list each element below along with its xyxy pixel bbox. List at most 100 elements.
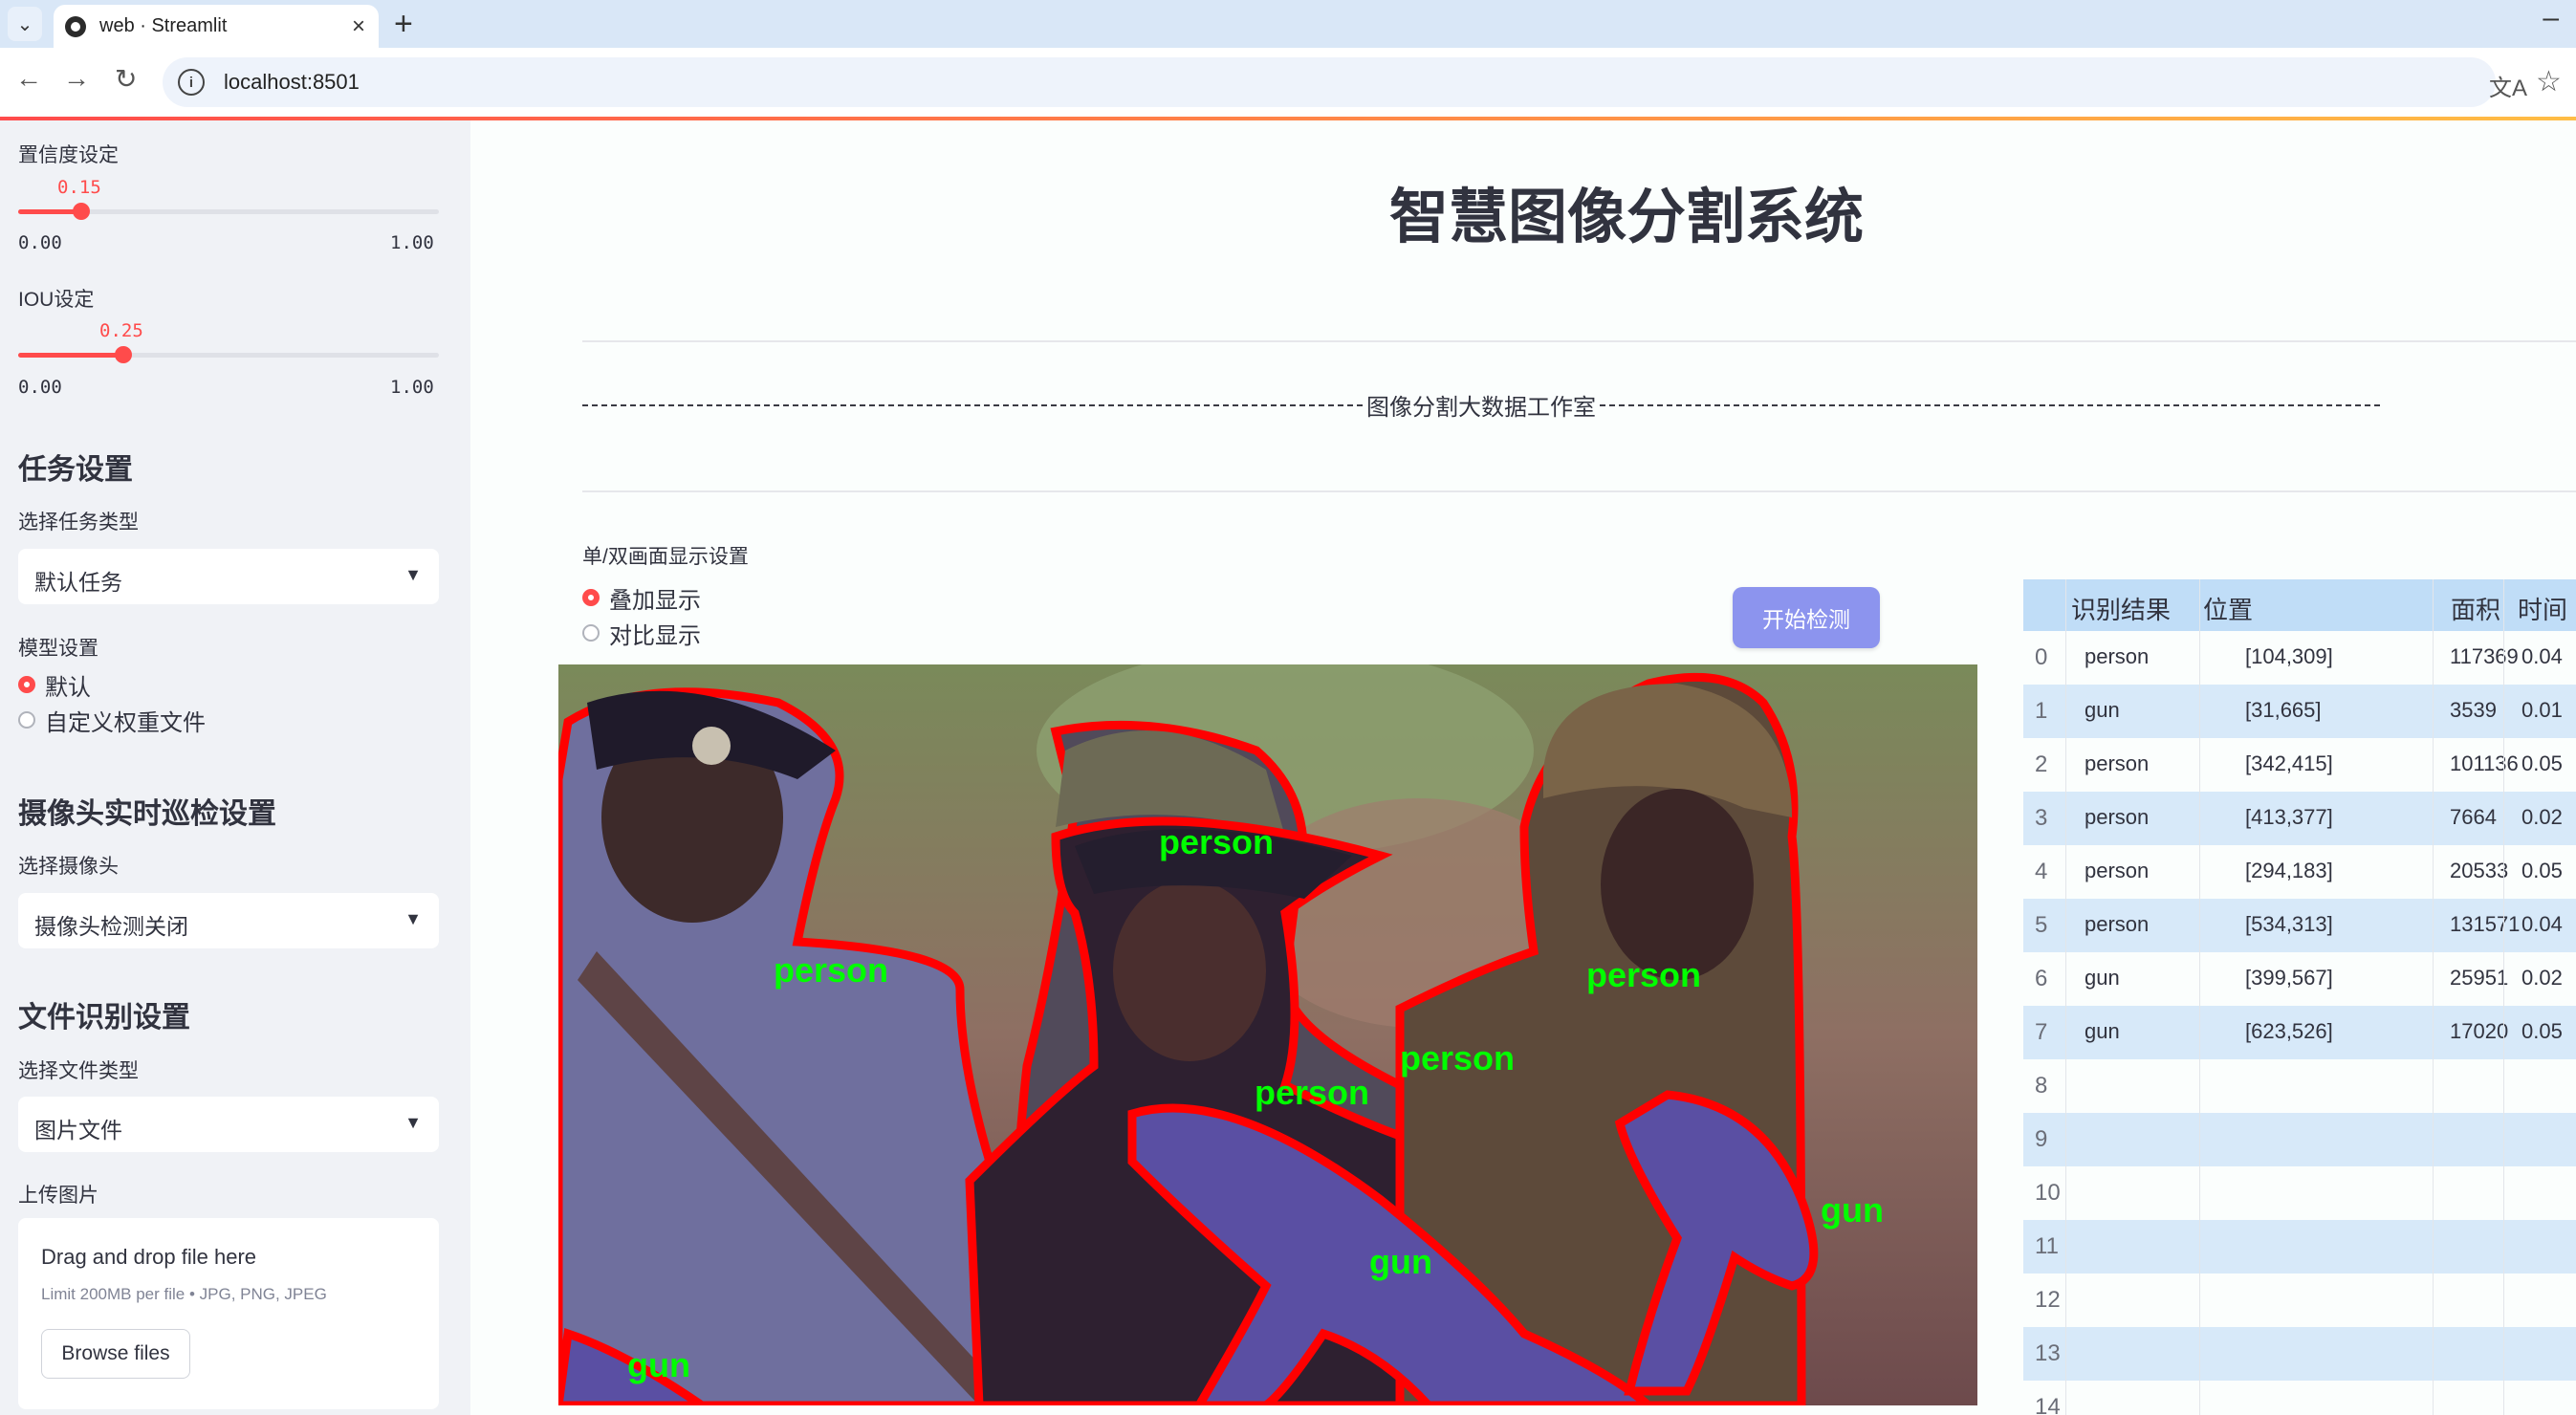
file-type-label: 选择文件类型	[18, 1060, 139, 1082]
column-divider	[2199, 579, 2200, 1415]
radio-selected-icon[interactable]	[582, 589, 600, 606]
display-option-compare-label: 对比显示	[609, 622, 701, 649]
model-option-default[interactable]: 默认	[18, 670, 91, 701]
page-title: 智慧图像分割系统	[1388, 185, 1864, 250]
back-arrow-icon[interactable]: ←	[15, 63, 42, 94]
table-row[interactable]: 3 person [413,377] 7664 0.02	[2023, 792, 2576, 845]
task-settings-header: 任务设置	[18, 454, 133, 486]
new-tab-plus-icon[interactable]: +	[394, 6, 413, 43]
iou-max: 1.00	[390, 377, 434, 398]
cell-time: 0.05	[2521, 1019, 2563, 1043]
camera-select-value: 摄像头检测关闭	[34, 914, 188, 939]
camera-select-label: 选择摄像头	[18, 856, 119, 878]
address-bar-row: ← → ↻ i localhost:8501	[0, 48, 2576, 117]
camera-select[interactable]: 摄像头检测关闭 ▼	[18, 893, 439, 948]
divider-top	[582, 340, 2576, 342]
file-dropzone[interactable]: Drag and drop file here Limit 200MB per …	[18, 1218, 439, 1409]
column-header-position[interactable]: 位置	[2203, 591, 2253, 626]
upload-label: 上传图片	[18, 1185, 98, 1207]
table-row[interactable]: 14	[2023, 1381, 2576, 1415]
chevron-down-icon: ▼	[404, 565, 422, 584]
iou-value: 0.25	[99, 320, 143, 341]
sidebar: 置信度设定 0.15 0.00 1.00 IOU设定 0.25 0.00 1.0…	[0, 120, 470, 1415]
iou-slider-thumb[interactable]	[115, 346, 132, 363]
column-divider	[2503, 579, 2504, 1415]
display-option-overlay[interactable]: 叠加显示	[582, 583, 701, 614]
cell-position: [399,567]	[2245, 966, 2333, 990]
tab-title: web · Streamlit	[99, 15, 228, 36]
table-row[interactable]: 11	[2023, 1220, 2576, 1274]
radio-unselected-icon[interactable]	[18, 711, 35, 729]
column-header-area[interactable]: 面积	[2451, 591, 2500, 626]
forward-arrow-icon[interactable]: →	[63, 63, 90, 94]
row-index: 8	[2035, 1073, 2048, 1099]
confidence-value: 0.15	[57, 177, 101, 198]
confidence-slider[interactable]	[18, 203, 439, 220]
table-row[interactable]: 7 gun [623,526] 17020 0.05	[2023, 1006, 2576, 1059]
model-option-custom[interactable]: 自定义权重文件	[18, 706, 206, 736]
translate-icon[interactable]: 文A	[2489, 69, 2527, 102]
table-row[interactable]: 1 gun [31,665] 3539 0.01	[2023, 685, 2576, 738]
cell-result: gun	[2085, 1019, 2120, 1043]
site-info-icon[interactable]: i	[178, 69, 205, 96]
confidence-slider-thumb[interactable]	[73, 203, 90, 220]
file-type-select[interactable]: 图片文件 ▼	[18, 1097, 439, 1152]
table-row[interactable]: 10	[2023, 1166, 2576, 1220]
cell-time: 0.05	[2521, 751, 2563, 775]
cell-area: 25951	[2450, 966, 2509, 990]
radio-unselected-icon[interactable]	[582, 624, 600, 642]
model-option-default-label: 默认	[45, 674, 91, 701]
cell-area: 117369	[2450, 644, 2519, 668]
tab-list-chevron-icon[interactable]: ⌄	[8, 7, 42, 41]
bookmark-star-icon[interactable]: ☆	[2536, 65, 2562, 98]
cell-time: 0.02	[2521, 805, 2563, 829]
row-index: 12	[2035, 1287, 2061, 1313]
browse-files-button[interactable]: Browse files	[41, 1329, 190, 1379]
tab-close-icon[interactable]: ×	[352, 13, 365, 40]
task-type-select[interactable]: 默认任务 ▼	[18, 549, 439, 604]
table-row[interactable]: 13	[2023, 1327, 2576, 1381]
main-content: 智慧图像分割系统 图像分割大数据工作室 单/双画面显示设置 叠加显示 对比显示 …	[470, 120, 2576, 1415]
table-row[interactable]: 12	[2023, 1274, 2576, 1327]
url-text: localhost:8501	[224, 70, 360, 94]
table-row[interactable]: 5 person [534,313] 131571 0.04	[2023, 899, 2576, 952]
column-header-time[interactable]: 时间	[2518, 591, 2567, 626]
row-index: 13	[2035, 1340, 2061, 1366]
window-minimize-icon[interactable]: –	[2543, 2, 2559, 34]
column-divider	[2065, 579, 2066, 1415]
studio-name: 图像分割大数据工作室	[1366, 395, 1596, 421]
table-row[interactable]: 8	[2023, 1059, 2576, 1113]
cell-area: 17020	[2450, 1019, 2509, 1043]
column-header-result[interactable]: 识别结果	[2071, 591, 2171, 626]
display-option-compare[interactable]: 对比显示	[582, 619, 701, 649]
cell-time: 0.01	[2521, 698, 2563, 722]
cell-area: 101136	[2450, 751, 2519, 775]
iou-label: IOU设定	[18, 289, 95, 311]
cell-result: person	[2085, 751, 2150, 775]
cell-area: 3539	[2450, 698, 2497, 722]
row-index: 5	[2035, 912, 2048, 938]
results-table[interactable]: 识别结果 位置 面积 时间 0 person [104,309] 117369 0.04…	[2023, 579, 2576, 1415]
cell-time: 0.02	[2521, 966, 2563, 990]
table-row[interactable]: 6 gun [399,567] 25951 0.02	[2023, 952, 2576, 1006]
radio-selected-icon[interactable]	[18, 676, 35, 693]
table-row[interactable]: 4 person [294,183] 20533 0.05	[2023, 845, 2576, 899]
cell-time: 0.04	[2521, 912, 2563, 936]
file-settings-header: 文件识别设置	[18, 1002, 190, 1034]
start-detection-button[interactable]: 开始检测	[1733, 587, 1880, 648]
cell-area: 20533	[2450, 859, 2509, 882]
table-row[interactable]: 9	[2023, 1113, 2576, 1166]
task-type-value: 默认任务	[34, 570, 122, 595]
mask-label: person	[1255, 1073, 1369, 1112]
streamlit-favicon-icon	[65, 15, 86, 37]
iou-slider[interactable]	[18, 346, 439, 363]
row-index: 4	[2035, 859, 2048, 884]
iou-min: 0.00	[18, 377, 62, 398]
url-field[interactable]: i localhost:8501	[163, 57, 2496, 107]
table-row[interactable]: 2 person [342,415] 101136 0.05	[2023, 738, 2576, 792]
studio-divider: 图像分割大数据工作室	[582, 388, 2380, 422]
table-row[interactable]: 0 person [104,309] 117369 0.04	[2023, 631, 2576, 685]
browser-tab[interactable]: web · Streamlit ×	[54, 5, 379, 48]
reload-icon[interactable]: ↻	[115, 63, 137, 95]
column-divider	[2433, 579, 2434, 1415]
